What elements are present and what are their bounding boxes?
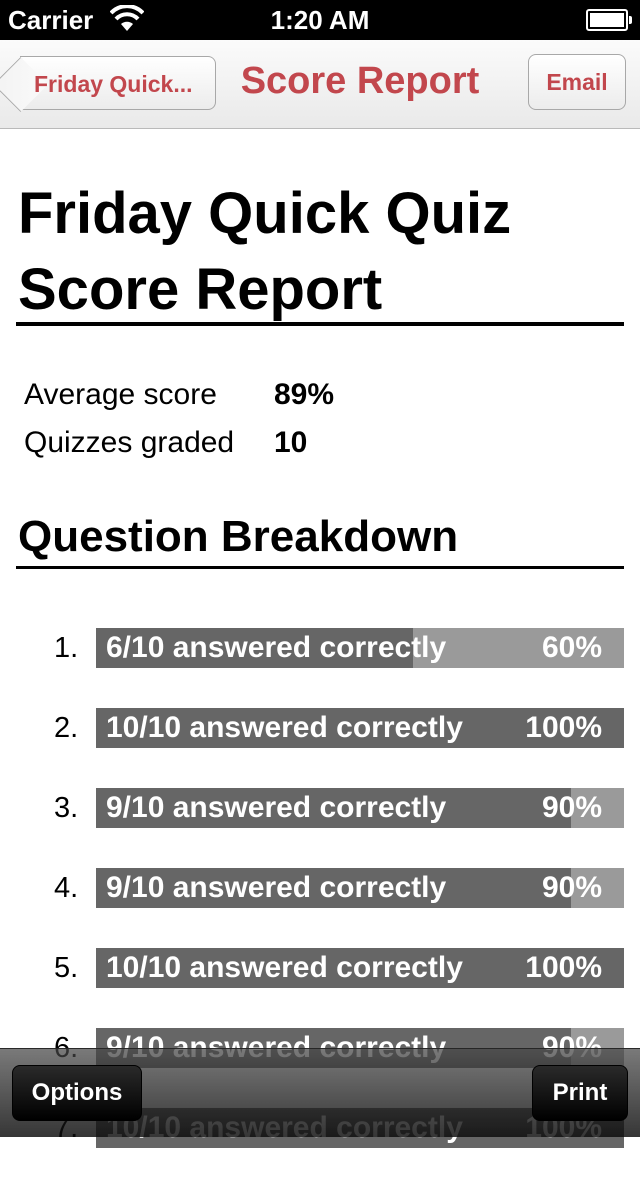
score-bar: 9/10 answered correctly 90%	[96, 868, 624, 908]
stat-row-quizzes: Quizzes graded 10	[24, 426, 524, 474]
question-row: 3. 9/10 answered correctly 90%	[0, 788, 640, 868]
options-button[interactable]: Options	[12, 1065, 142, 1121]
back-button[interactable]: Friday Quick...	[0, 56, 216, 113]
email-button[interactable]: Email	[528, 54, 626, 110]
nav-title: Score Report	[240, 60, 480, 102]
question-row: 4. 9/10 answered correctly 90%	[0, 868, 640, 948]
question-result-text: 9/10 answered correctly	[106, 791, 447, 824]
back-button-label: Friday Quick...	[34, 71, 193, 97]
question-percent: 100%	[525, 711, 602, 744]
report-title: Friday Quick Quiz Score Report	[18, 181, 512, 322]
question-percent: 90%	[541, 791, 602, 824]
question-row: 1. 6/10 answered correctly 60%	[0, 628, 640, 708]
stat-label: Average score	[24, 378, 217, 411]
stats-table: Average score 89% Quizzes graded 10	[24, 378, 524, 474]
stat-value: 10	[274, 426, 308, 459]
question-number: 1.	[54, 632, 79, 664]
question-result-text: 10/10 answered correctly	[106, 951, 463, 984]
score-bar: 6/10 answered correctly 60%	[96, 628, 624, 668]
stat-row-average: Average score 89%	[24, 378, 524, 426]
stat-value: 89%	[274, 378, 335, 411]
score-bar: 10/10 answered correctly 100%	[96, 948, 624, 988]
question-result-text: 6/10 answered correctly	[106, 631, 447, 664]
print-button[interactable]: Print	[532, 1065, 628, 1121]
question-number: 5.	[54, 952, 79, 984]
question-result-text: 9/10 answered correctly	[106, 871, 447, 904]
question-percent: 100%	[525, 951, 602, 984]
question-number: 3.	[54, 792, 79, 824]
battery-icon	[586, 9, 632, 31]
question-percent: 90%	[541, 871, 602, 904]
question-number: 2.	[54, 712, 79, 744]
section-divider	[16, 566, 624, 569]
section-title: Question Breakdown	[18, 512, 459, 561]
clock: 1:20 AM	[270, 5, 370, 35]
score-bar: 10/10 answered correctly 100%	[96, 708, 624, 748]
question-row: 5. 10/10 answered correctly 100%	[0, 948, 640, 1028]
question-percent: 60%	[541, 631, 602, 664]
score-bar: 9/10 answered correctly 90%	[96, 788, 624, 828]
stat-label: Quizzes graded	[24, 426, 235, 459]
status-bar: Carrier 1:20 AM	[0, 0, 640, 40]
bottom-toolbar: Options Print	[0, 1048, 640, 1137]
question-result-text: 10/10 answered correctly	[106, 711, 463, 744]
title-divider	[16, 322, 624, 326]
question-number: 4.	[54, 872, 79, 904]
question-row: 2. 10/10 answered correctly 100%	[0, 708, 640, 788]
navigation-bar: Friday Quick... Score Report Email	[0, 40, 640, 129]
